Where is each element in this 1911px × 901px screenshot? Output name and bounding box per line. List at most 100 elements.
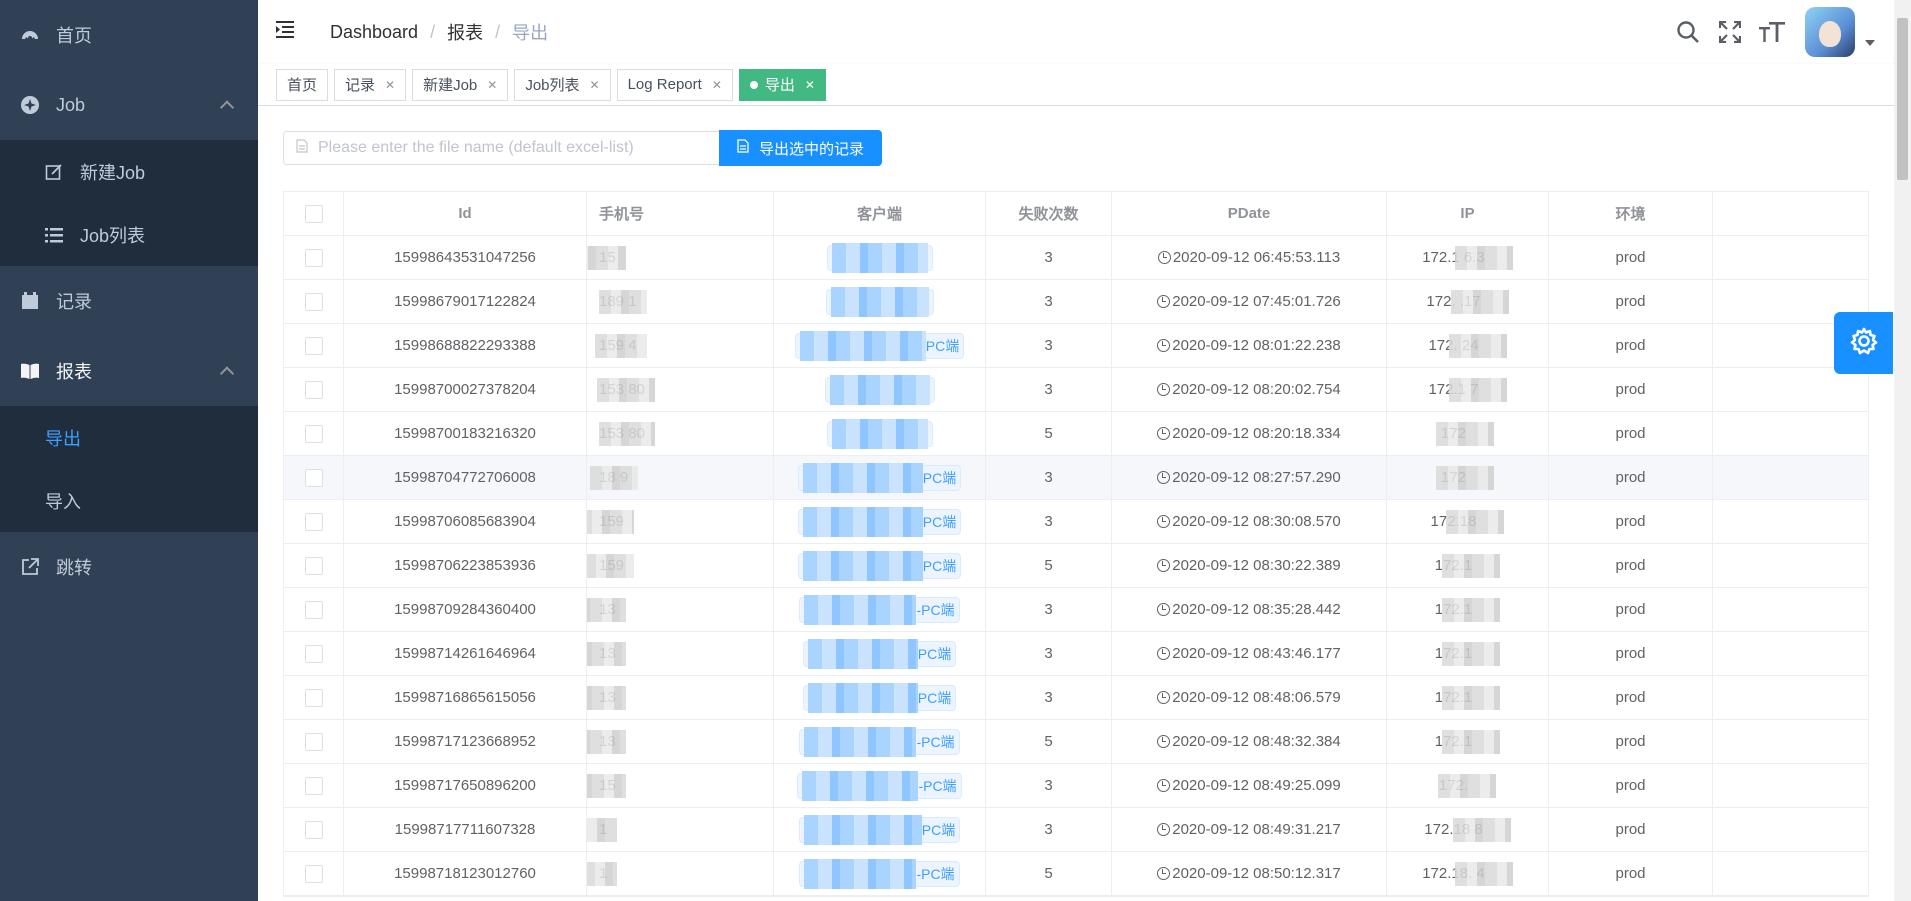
row-checkbox[interactable] bbox=[304, 600, 323, 619]
tag-label: 新建Job bbox=[423, 77, 478, 94]
table-row[interactable]: 1599871712366895213 -PC端 5 2020-09-12 08:48… bbox=[284, 720, 1868, 764]
row-filler bbox=[1713, 368, 1868, 411]
tag-log-report[interactable]: Log Report ✕ bbox=[616, 68, 733, 101]
row-checkbox[interactable] bbox=[304, 688, 323, 707]
row-checkbox[interactable] bbox=[304, 732, 323, 751]
tag-label: Log Report bbox=[627, 76, 702, 93]
redaction-blur bbox=[802, 462, 923, 493]
page-scrollbar[interactable] bbox=[1894, 0, 1911, 901]
table-row[interactable]: 1599871426164696413 PC端 3 2020-09-12 08:43:… bbox=[284, 632, 1868, 676]
table-row[interactable]: 15998700183216320153 80 5 2020-09-12 08:20… bbox=[284, 412, 1868, 456]
row-checkbox[interactable] bbox=[304, 292, 323, 311]
row-checkbox[interactable] bbox=[304, 864, 323, 883]
table-row[interactable]: 159987181230127601 -PC端 5 2020-09-12 08:50:… bbox=[284, 852, 1868, 896]
table-row[interactable]: 1599870928436040013 -PC端 3 2020-09-12 08:35… bbox=[284, 588, 1868, 632]
records-table: Id 手机号 客户端 失败次数 PDate IP 环境 159986435310… bbox=[283, 191, 1869, 897]
cell-phone: 153 80 bbox=[587, 368, 774, 411]
row-checkbox[interactable] bbox=[304, 556, 323, 575]
sidebar-item-redirect[interactable]: 跳转 bbox=[0, 532, 258, 602]
row-checkbox[interactable] bbox=[304, 424, 323, 443]
sidebar-item-job[interactable]: Job bbox=[0, 70, 258, 140]
column-header-ip[interactable]: IP bbox=[1387, 192, 1549, 235]
row-checkbox[interactable] bbox=[304, 248, 323, 267]
table-row[interactable]: 15998706223853936159 PC端 5 2020-09-12 08:30… bbox=[284, 544, 1868, 588]
tag-export[interactable]: 导出 ✕ bbox=[738, 68, 826, 101]
column-header-id[interactable]: Id bbox=[344, 192, 587, 235]
sidebar-item-job-list[interactable]: Job列表 bbox=[0, 203, 258, 266]
sidebar-item-home[interactable]: 首页 bbox=[0, 0, 258, 70]
hamburger-icon[interactable] bbox=[276, 20, 298, 42]
row-checkbox[interactable] bbox=[304, 512, 323, 531]
select-all-checkbox[interactable] bbox=[304, 204, 323, 223]
sidebar-item-records[interactable]: 记录 bbox=[0, 266, 258, 336]
table-row[interactable]: 1599870477270600818 9 PC端 3 2020-09-12 08:2… bbox=[284, 456, 1868, 500]
table-row[interactable]: 15998706085683904159 PC端 3 2020-09-12 08:30… bbox=[284, 500, 1868, 544]
table-row[interactable]: 159987177116073281 PC端 3 2020-09-12 08:49:3… bbox=[284, 808, 1868, 852]
cell-pdate: 2020-09-12 08:49:25.099 bbox=[1112, 764, 1387, 807]
cell-env: prod bbox=[1549, 324, 1713, 367]
row-checkbox-cell bbox=[284, 764, 344, 807]
settings-button[interactable] bbox=[1834, 312, 1893, 374]
fullscreen-icon[interactable] bbox=[1717, 19, 1743, 45]
pdate-text: 2020-09-12 08:48:32.384 bbox=[1172, 733, 1341, 750]
close-icon[interactable]: ✕ bbox=[805, 78, 815, 92]
clock-icon bbox=[1157, 867, 1171, 880]
cell-fail-count: 3 bbox=[986, 632, 1112, 675]
row-checkbox-cell bbox=[284, 456, 344, 499]
table-row[interactable]: 1599871686561505613 PC端 3 2020-09-12 08:48:… bbox=[284, 676, 1868, 720]
filename-field[interactable] bbox=[283, 131, 721, 165]
redaction-blur bbox=[807, 682, 918, 713]
sidebar-item-report[interactable]: 报表 bbox=[0, 336, 258, 406]
cell-id: 15998700183216320 bbox=[344, 412, 587, 455]
row-checkbox[interactable] bbox=[304, 336, 323, 355]
sidebar-item-new-job[interactable]: 新建Job bbox=[0, 140, 258, 203]
tag-records[interactable]: 记录 ✕ bbox=[334, 68, 407, 101]
font-size-icon[interactable] bbox=[1759, 19, 1785, 45]
table-row[interactable]: 15998679017122824189 1 3 2020-09-12 07:45:… bbox=[284, 280, 1868, 324]
close-icon[interactable]: ✕ bbox=[590, 78, 600, 92]
chevron-up-icon bbox=[219, 100, 235, 115]
tags-view: 首页 记录 ✕ 新建Job ✕ Job列表 ✕ Log Report ✕ 导出 … bbox=[258, 64, 1911, 106]
column-header-fail-count[interactable]: 失败次数 bbox=[986, 192, 1112, 235]
close-icon[interactable]: ✕ bbox=[487, 78, 497, 92]
column-header-env[interactable]: 环境 bbox=[1549, 192, 1713, 235]
redaction-blur bbox=[590, 465, 639, 490]
cell-client: PC端 bbox=[774, 500, 986, 543]
caret-down-icon[interactable] bbox=[1865, 40, 1875, 46]
row-checkbox[interactable] bbox=[304, 468, 323, 487]
table-row[interactable]: 15998688822293388159 4 PC端 3 2020-09-12 08:… bbox=[284, 324, 1868, 368]
sidebar-item-import[interactable]: 导入 bbox=[0, 469, 258, 532]
close-icon[interactable]: ✕ bbox=[385, 78, 395, 92]
redaction-blur bbox=[587, 729, 626, 754]
sidebar-item-export[interactable]: 导出 bbox=[0, 406, 258, 469]
scrollbar-thumb[interactable] bbox=[1897, 18, 1908, 180]
cell-ip: 172. 24 bbox=[1387, 324, 1549, 367]
export-selected-button[interactable]: 导出选中的记录 bbox=[719, 130, 883, 166]
table-row[interactable]: 1599871765089620015 -PC端 3 2020-09-12 08:49… bbox=[284, 764, 1868, 808]
avatar[interactable] bbox=[1805, 7, 1855, 57]
redaction-blur bbox=[1450, 289, 1509, 314]
search-icon[interactable] bbox=[1675, 19, 1701, 45]
redaction-blur bbox=[1442, 729, 1501, 754]
column-header-phone[interactable]: 手机号 bbox=[587, 192, 774, 235]
tag-new-job[interactable]: 新建Job ✕ bbox=[412, 68, 509, 101]
column-header-client[interactable]: 客户端 bbox=[774, 192, 986, 235]
row-checkbox[interactable] bbox=[304, 820, 323, 839]
filename-input[interactable] bbox=[318, 139, 698, 157]
breadcrumb-item-dashboard[interactable]: Dashboard bbox=[330, 22, 418, 43]
row-checkbox[interactable] bbox=[304, 380, 323, 399]
cell-env: prod bbox=[1549, 852, 1713, 895]
redaction-blur bbox=[1452, 817, 1511, 842]
tag-home[interactable]: 首页 bbox=[276, 68, 329, 101]
tag-job-list[interactable]: Job列表 ✕ bbox=[514, 68, 611, 101]
breadcrumb-item-report[interactable]: 报表 bbox=[447, 19, 483, 45]
row-checkbox[interactable] bbox=[304, 776, 323, 795]
row-checkbox[interactable] bbox=[304, 644, 323, 663]
sidebar-item-label: 报表 bbox=[56, 362, 92, 382]
close-icon[interactable]: ✕ bbox=[712, 78, 722, 92]
table-row[interactable]: 15998700027378204153 80 3 2020-09-12 08:20… bbox=[284, 368, 1868, 412]
cell-client: PC端 bbox=[774, 324, 986, 367]
table-row[interactable]: 1599864353104725615 3 2020-09-12 06:45:53.… bbox=[284, 236, 1868, 280]
column-header-pdate[interactable]: PDate bbox=[1112, 192, 1387, 235]
sidebar-item-label: Job列表 bbox=[80, 225, 146, 246]
